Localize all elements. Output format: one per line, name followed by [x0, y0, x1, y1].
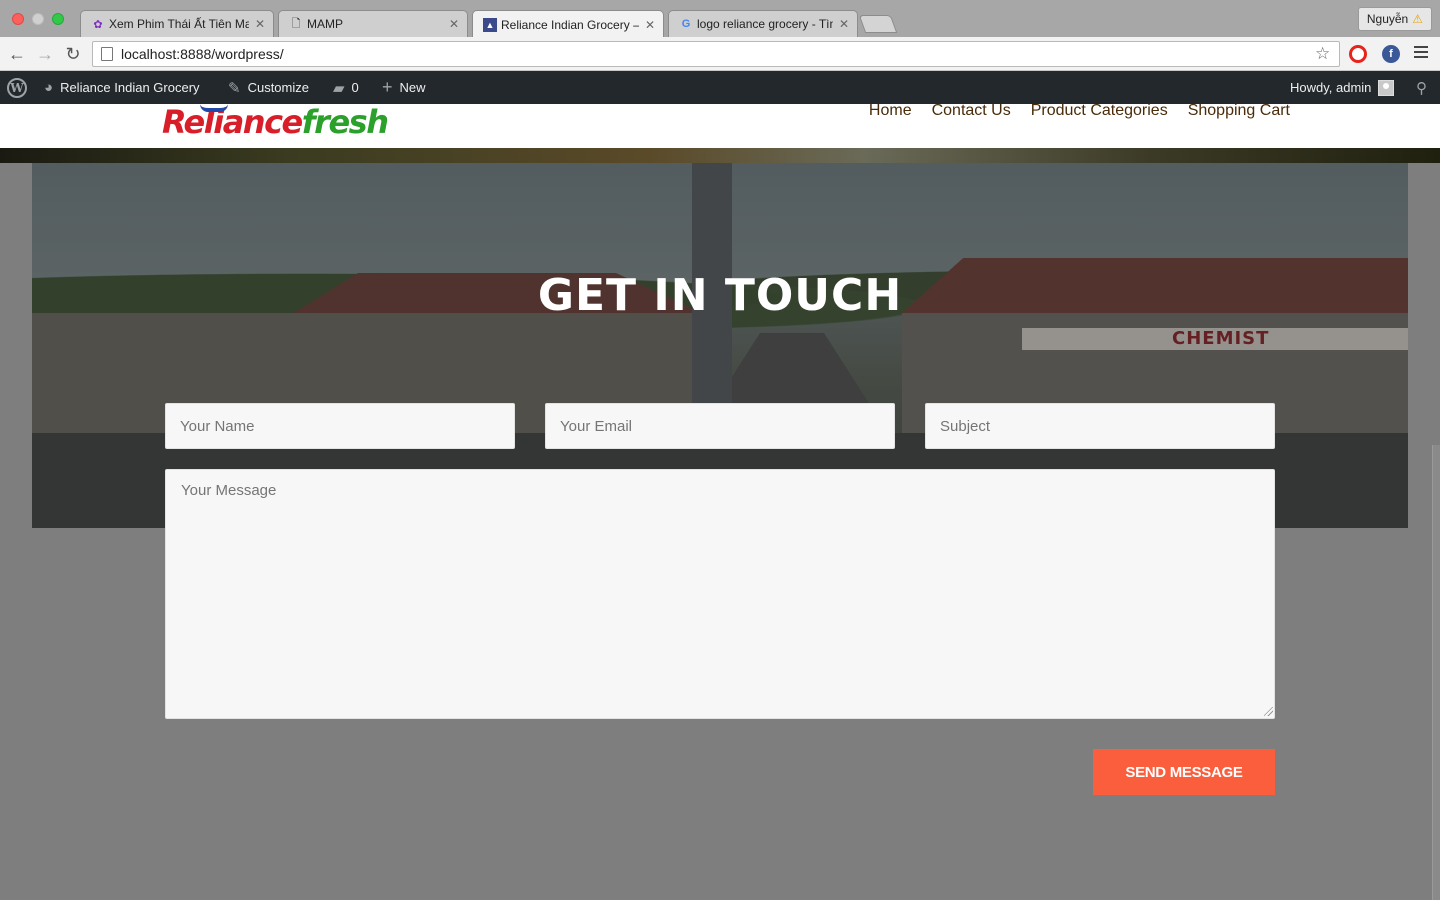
- page-icon: [101, 47, 113, 61]
- document-icon: 🗋: [291, 17, 301, 30]
- message-field[interactable]: [165, 469, 1275, 719]
- logo-swoosh: [200, 104, 228, 112]
- site-name: Reliance Indian Grocery: [60, 80, 200, 95]
- profile-button[interactable]: Nguyễn ⚠: [1357, 7, 1432, 31]
- site-icon: ▲: [483, 17, 497, 32]
- tab-title: logo reliance grocery - Tìm: [697, 17, 833, 31]
- avatar: [1378, 79, 1395, 96]
- comments-link[interactable]: ▰ 0: [333, 71, 359, 104]
- menu-icon[interactable]: [1414, 46, 1428, 61]
- nav-home[interactable]: Home: [869, 102, 912, 120]
- wp-admin-bar: W ◕ Reliance Indian Grocery ✎ Customize …: [0, 71, 1440, 104]
- opera-extension-icon[interactable]: [1349, 45, 1367, 63]
- comments-count: 0: [351, 80, 359, 95]
- customize-label: Customize: [247, 80, 309, 95]
- facebook-extension-icon[interactable]: f: [1382, 45, 1400, 63]
- bookmark-star-icon[interactable]: ☆: [1315, 44, 1335, 64]
- search-button[interactable]: ⚲: [1416, 71, 1427, 104]
- close-window-button[interactable]: [12, 13, 24, 25]
- google-icon: G: [681, 18, 691, 30]
- subject-field[interactable]: [925, 403, 1275, 449]
- scrollbar[interactable]: [1432, 445, 1440, 900]
- header-image-strip: [0, 148, 1440, 163]
- my-account-link[interactable]: Howdy, admin: [1290, 71, 1395, 104]
- email-field[interactable]: [545, 403, 895, 449]
- page-title: GET IN TOUCH: [537, 270, 903, 321]
- wordpress-logo-button[interactable]: W: [7, 71, 27, 104]
- browser-tab-strip: ✿ Xem Phim Thái Ất Tiên Ma ✕ 🗋 MAMP ✕ ▲ …: [0, 0, 1440, 38]
- film-reel-icon: ✿: [93, 18, 103, 31]
- maximize-window-button[interactable]: [52, 13, 64, 25]
- new-tab-button[interactable]: [858, 15, 898, 33]
- nav-contact-us[interactable]: Contact Us: [932, 102, 1011, 120]
- back-icon[interactable]: ←: [6, 43, 28, 65]
- browser-tab[interactable]: G logo reliance grocery - Tìm ✕: [668, 10, 858, 37]
- minimize-window-button[interactable]: [32, 13, 44, 25]
- search-icon: ⚲: [1416, 79, 1427, 97]
- comment-icon: ▰: [333, 79, 345, 97]
- url-text: localhost:8888/wordpress/: [121, 46, 284, 62]
- site-name-link[interactable]: ◕ Reliance Indian Grocery: [44, 71, 200, 104]
- dashboard-icon: ◕: [44, 79, 54, 96]
- plus-icon: +: [382, 77, 393, 97]
- tab-title: Xem Phim Thái Ất Tiên Ma: [109, 17, 249, 31]
- tab-title: MAMP: [307, 17, 343, 31]
- paintbrush-icon: ✎: [228, 79, 241, 97]
- nav-product-categories[interactable]: Product Categories: [1031, 102, 1168, 120]
- wordpress-icon: W: [7, 77, 27, 98]
- customize-link[interactable]: ✎ Customize: [228, 71, 309, 104]
- close-tab-icon[interactable]: ✕: [449, 17, 459, 31]
- tab-title: Reliance Indian Grocery – E: [501, 17, 639, 32]
- new-label: New: [399, 80, 426, 95]
- resize-handle[interactable]: [1264, 707, 1273, 716]
- browser-tab-active[interactable]: ▲ Reliance Indian Grocery – E ✕: [472, 10, 664, 38]
- site-logo[interactable]: Reliancefresh: [162, 104, 389, 140]
- browser-tab[interactable]: ✿ Xem Phim Thái Ất Tiên Ma ✕: [80, 10, 274, 37]
- address-bar[interactable]: localhost:8888/wordpress/ ☆: [92, 41, 1340, 67]
- name-field[interactable]: [165, 403, 515, 449]
- close-tab-icon[interactable]: ✕: [255, 17, 265, 31]
- nav-shopping-cart[interactable]: Shopping Cart: [1188, 102, 1290, 120]
- greeting: Howdy, admin: [1290, 80, 1372, 95]
- new-content-link[interactable]: + New: [382, 71, 426, 104]
- close-tab-icon[interactable]: ✕: [645, 18, 655, 32]
- close-tab-icon[interactable]: ✕: [839, 17, 849, 31]
- profile-name: Nguyễn: [1366, 12, 1409, 26]
- warning-icon: ⚠: [1412, 12, 1423, 26]
- browser-tab[interactable]: 🗋 MAMP ✕: [278, 10, 468, 37]
- browser-toolbar: ← → ↻ localhost:8888/wordpress/ ☆ f: [0, 37, 1440, 71]
- main-navigation: Home Contact Us Product Categories Shopp…: [869, 102, 1290, 120]
- forward-icon[interactable]: →: [34, 43, 56, 65]
- send-message-button[interactable]: SEND MESSAGE: [1093, 749, 1275, 795]
- reload-icon[interactable]: ↻: [62, 43, 84, 65]
